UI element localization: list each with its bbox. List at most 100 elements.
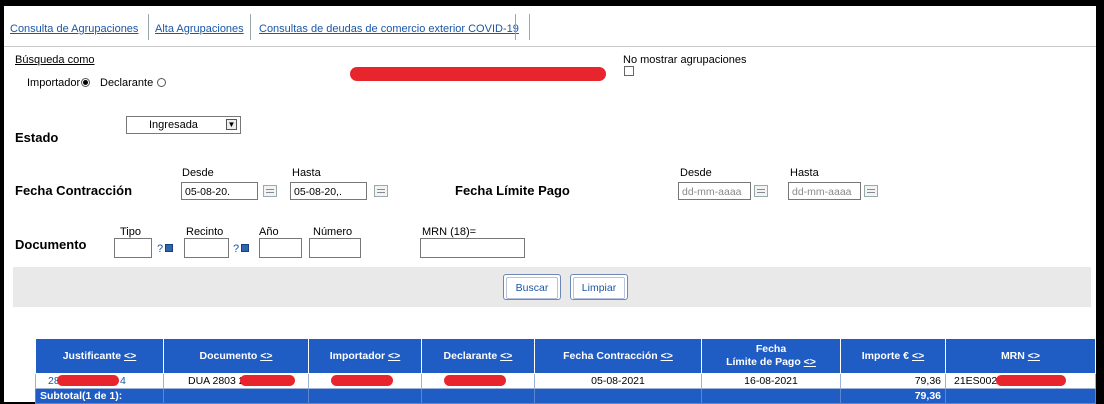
col-importe[interactable]: Importe € <> xyxy=(840,338,946,374)
cell-declarante xyxy=(421,373,535,389)
contraccion-hasta-label: Hasta xyxy=(292,167,321,179)
tab-separator xyxy=(148,14,149,40)
tipo-input[interactable] xyxy=(114,238,152,258)
header-label: Importador xyxy=(329,350,386,362)
calendar-icon[interactable] xyxy=(374,185,388,197)
col-fecha-limite[interactable]: Fecha Límite de Pago <> xyxy=(701,338,841,374)
app-frame: Consulta de Agrupaciones Alta Agrupacion… xyxy=(4,6,1096,404)
importador-radio[interactable] xyxy=(81,78,90,87)
header-label: Declarante xyxy=(443,350,498,362)
mrn-value: 21ES002 xyxy=(954,375,998,387)
cell-importador xyxy=(308,373,422,389)
justificante-link-end[interactable]: 4 xyxy=(120,375,126,387)
subtotal-empty xyxy=(163,388,309,404)
cell-mrn: 21ES002 xyxy=(945,373,1096,389)
sort-icon[interactable]: <> xyxy=(500,350,512,362)
mrn-input[interactable] xyxy=(420,238,525,258)
redacted-mrn xyxy=(996,375,1066,386)
tab-consulta-agrupaciones[interactable]: Consulta de Agrupaciones xyxy=(10,17,138,41)
header-label: Justificante xyxy=(62,350,122,362)
subtotal-empty xyxy=(308,388,422,404)
mrn-label: MRN (18)= xyxy=(422,226,477,238)
help-icon[interactable]: ? xyxy=(157,243,163,255)
anio-label: Año xyxy=(259,226,279,238)
buscar-button-label: Buscar xyxy=(506,277,558,299)
fecha-contraccion-label: Fecha Contracción xyxy=(15,183,133,198)
limite-desde-label: Desde xyxy=(680,167,712,179)
sort-icon[interactable]: <> xyxy=(260,350,272,362)
subtotal-empty xyxy=(534,388,702,404)
lookup-icon[interactable] xyxy=(165,244,173,252)
importador-label: Importador xyxy=(27,77,81,89)
sort-icon[interactable]: <> xyxy=(388,350,400,362)
cell-fecha-limite: 16-08-2021 xyxy=(701,373,841,389)
buscar-button[interactable]: Buscar xyxy=(503,274,561,300)
tab-separator xyxy=(250,14,251,40)
redacted-importador xyxy=(331,375,393,386)
col-importador[interactable]: Importador <> xyxy=(308,338,422,374)
sort-icon[interactable]: <> xyxy=(124,350,136,362)
limite-hasta-label: Hasta xyxy=(790,167,819,179)
results-table: Justificante <> Documento <> Importador … xyxy=(35,338,1096,404)
tab-consultas-deudas-covid[interactable]: Consultas de deudas de comercio exterior… xyxy=(259,17,519,41)
limpiar-button-label: Limpiar xyxy=(573,277,625,299)
subtotal-importe: 79,36 xyxy=(840,388,946,404)
table-row: 28 4 DUA 2803 2 05-08-2021 16-08-2021 79… xyxy=(35,373,1096,389)
col-documento[interactable]: Documento <> xyxy=(163,338,309,374)
no-mostrar-checkbox[interactable] xyxy=(624,66,634,76)
button-bar: Buscar Limpiar xyxy=(13,267,1091,307)
calendar-icon[interactable] xyxy=(263,185,277,197)
limpiar-button[interactable]: Limpiar xyxy=(570,274,628,300)
sort-icon[interactable]: <> xyxy=(661,350,673,362)
header-label: MRN xyxy=(1000,350,1025,362)
subtotal-empty xyxy=(421,388,535,404)
documento-value: DUA 2803 2 xyxy=(188,375,245,387)
no-mostrar-label: No mostrar agrupaciones xyxy=(623,54,747,66)
table-header-row: Justificante <> Documento <> Importador … xyxy=(35,338,1096,374)
documento-label: Documento xyxy=(15,237,87,252)
calendar-icon[interactable] xyxy=(754,185,768,197)
limite-hasta-input[interactable]: dd-mm-aaaa xyxy=(788,182,861,200)
limite-desde-input[interactable]: dd-mm-aaaa xyxy=(678,182,751,200)
numero-input[interactable] xyxy=(309,238,361,258)
sort-icon[interactable]: <> xyxy=(912,350,924,362)
subtotal-label: Subtotal(1 de 1): xyxy=(35,388,164,404)
declarante-label: Declarante xyxy=(100,77,154,89)
help-icon[interactable]: ? xyxy=(233,243,239,255)
cell-importe: 79,36 xyxy=(840,373,946,389)
cell-documento: DUA 2803 2 xyxy=(163,373,309,389)
sort-icon[interactable]: <> xyxy=(804,356,816,368)
col-declarante[interactable]: Declarante <> xyxy=(421,338,535,374)
fecha-limite-label: Fecha Límite Pago xyxy=(455,183,570,198)
busqueda-label: Búsqueda como xyxy=(15,54,95,66)
tab-bar: Consulta de Agrupaciones Alta Agrupacion… xyxy=(4,6,1096,47)
chevron-down-icon[interactable]: ▼ xyxy=(226,119,237,130)
header-label: Fecha Contracción xyxy=(563,350,658,362)
sort-icon[interactable]: <> xyxy=(1028,350,1040,362)
contraccion-hasta-input[interactable]: 05-08-20,. xyxy=(290,182,367,200)
estado-select[interactable]: Ingresada ▼ xyxy=(126,116,241,134)
contraccion-desde-label: Desde xyxy=(182,167,214,179)
header-label: Documento xyxy=(199,350,258,362)
col-justificante[interactable]: Justificante <> xyxy=(35,338,164,374)
redacted-justificante xyxy=(57,375,119,386)
tipo-label: Tipo xyxy=(120,226,141,238)
contraccion-desde-input[interactable]: 05-08-20. xyxy=(181,182,258,200)
col-mrn[interactable]: MRN <> xyxy=(945,338,1096,374)
tab-separator xyxy=(529,14,530,40)
lookup-icon[interactable] xyxy=(241,244,249,252)
anio-input[interactable] xyxy=(259,238,302,258)
recinto-input[interactable] xyxy=(184,238,229,258)
col-fecha-contraccion[interactable]: Fecha Contracción <> xyxy=(534,338,702,374)
tab-alta-agrupaciones[interactable]: Alta Agrupaciones xyxy=(155,17,244,41)
cell-justificante[interactable]: 28 4 xyxy=(35,373,164,389)
cell-fecha-contraccion: 05-08-2021 xyxy=(534,373,702,389)
subtotal-empty xyxy=(945,388,1096,404)
calendar-icon[interactable] xyxy=(864,185,878,197)
estado-value: Ingresada xyxy=(149,119,198,131)
subtotal-empty xyxy=(701,388,841,404)
declarante-radio[interactable] xyxy=(157,78,166,87)
redacted-documento xyxy=(240,375,295,386)
estado-label: Estado xyxy=(15,130,59,145)
header-label: Importe € xyxy=(861,350,910,362)
